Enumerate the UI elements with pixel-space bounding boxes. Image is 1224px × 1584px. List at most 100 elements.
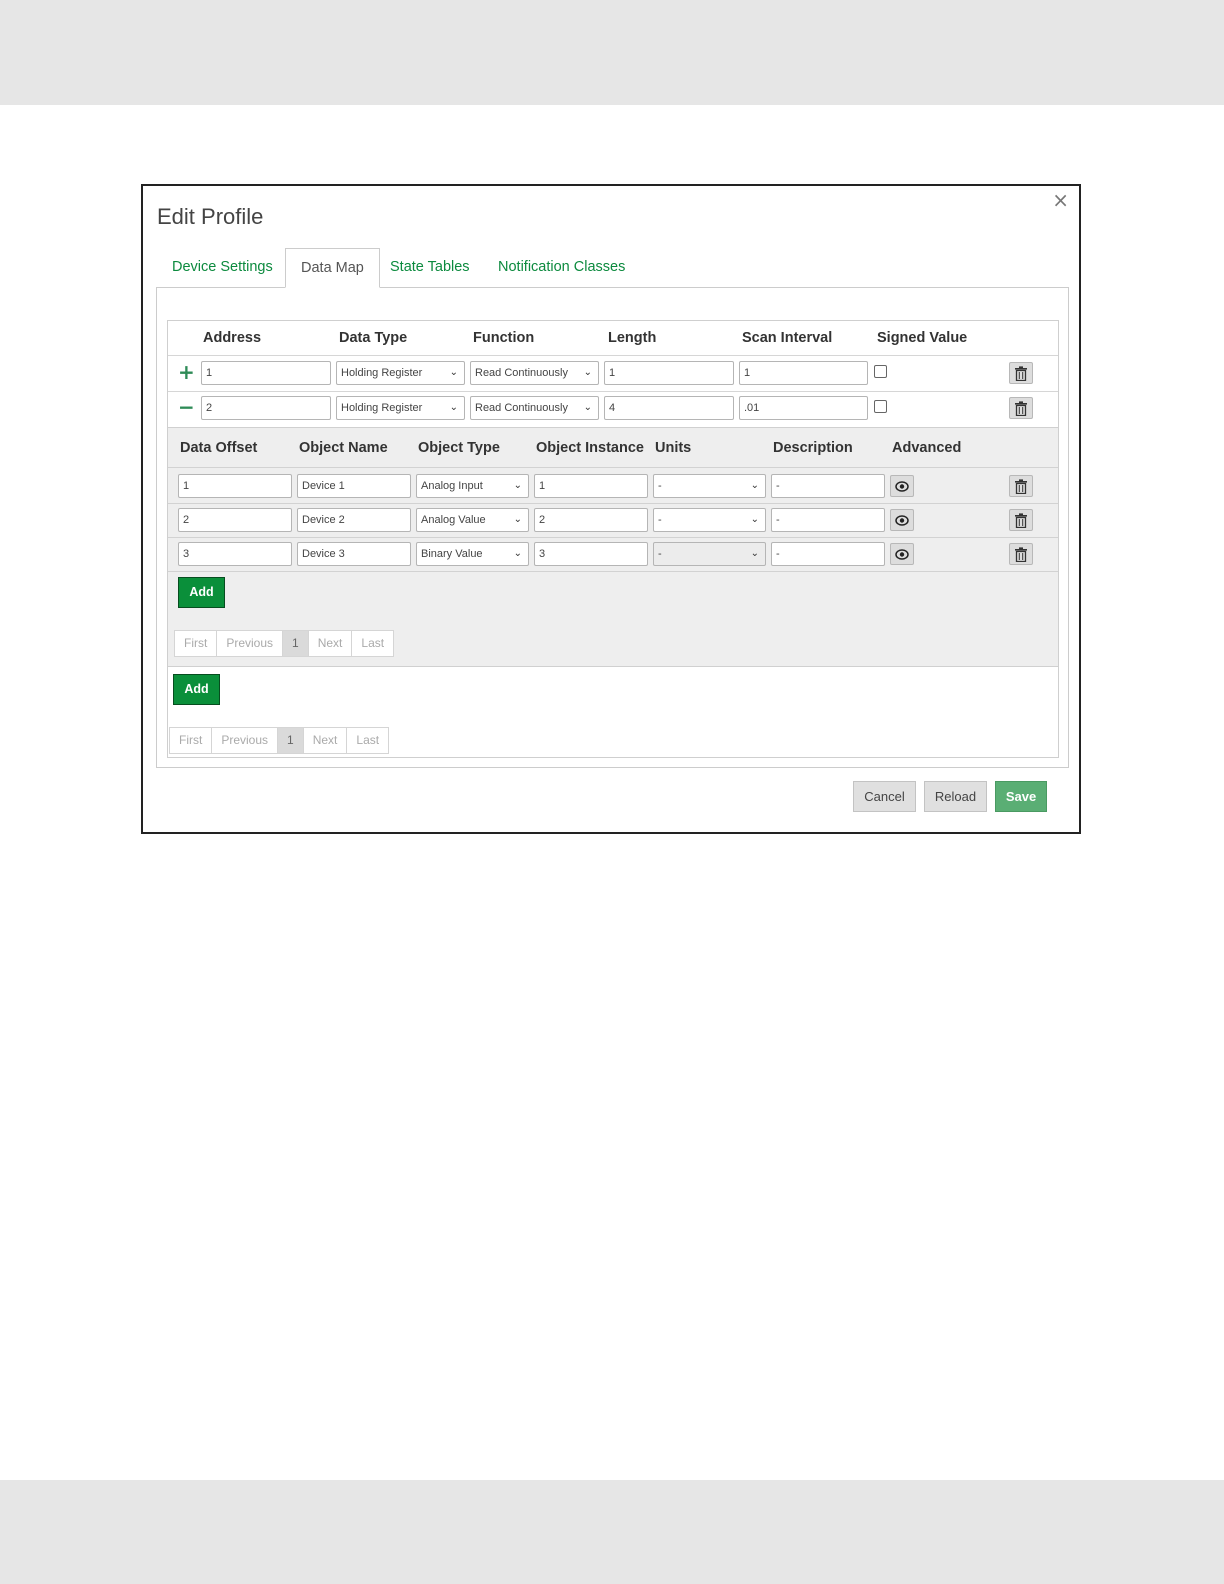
trash-icon bbox=[1015, 547, 1027, 563]
pager-current[interactable]: 1 bbox=[278, 728, 304, 753]
data-offset-input[interactable] bbox=[178, 542, 292, 566]
object-instance-input[interactable] bbox=[534, 474, 648, 498]
chevron-down-icon: ⌄ bbox=[750, 514, 759, 525]
save-button[interactable]: Save bbox=[995, 781, 1047, 812]
object-table-header: Data Offset Object Name Object Type Obje… bbox=[168, 440, 1058, 462]
advanced-view-button[interactable] bbox=[890, 543, 914, 565]
advanced-view-button[interactable] bbox=[890, 509, 914, 531]
chevron-down-icon: ⌄ bbox=[583, 402, 592, 413]
description-input[interactable] bbox=[771, 508, 885, 532]
length-input[interactable] bbox=[604, 396, 734, 420]
object-type-select[interactable]: Analog Input ⌄ bbox=[416, 474, 529, 498]
divider bbox=[168, 355, 1058, 356]
eye-icon bbox=[895, 515, 909, 526]
function-select[interactable]: Read Continuously ⌄ bbox=[470, 396, 599, 420]
description-input[interactable] bbox=[771, 474, 885, 498]
delete-object-button[interactable] bbox=[1009, 509, 1033, 531]
reload-button[interactable]: Reload bbox=[924, 781, 987, 812]
pager-last[interactable]: Last bbox=[352, 631, 393, 656]
trash-icon bbox=[1015, 366, 1027, 382]
data-map-panel: Address Data Type Function Length Scan I… bbox=[156, 287, 1069, 768]
delete-row-button[interactable] bbox=[1009, 362, 1033, 384]
divider bbox=[168, 537, 1058, 538]
tab-device-settings[interactable]: Device Settings bbox=[157, 248, 288, 288]
header-function: Function bbox=[473, 330, 535, 346]
page-bottom-band bbox=[0, 1480, 1224, 1584]
object-instance-input[interactable] bbox=[534, 542, 648, 566]
advanced-view-button[interactable] bbox=[890, 475, 914, 497]
map-table-header: Address Data Type Function Length Scan I… bbox=[168, 330, 1058, 352]
cancel-button[interactable]: Cancel bbox=[853, 781, 916, 812]
delete-row-button[interactable] bbox=[1009, 397, 1033, 419]
header-object-name: Object Name bbox=[299, 440, 388, 456]
delete-object-button[interactable] bbox=[1009, 543, 1033, 565]
chevron-down-icon: ⌄ bbox=[750, 480, 759, 491]
divider bbox=[168, 571, 1058, 572]
units-select: - ⌄ bbox=[653, 542, 766, 566]
address-input[interactable] bbox=[201, 361, 331, 385]
object-name-input[interactable] bbox=[297, 508, 411, 532]
scan-interval-input[interactable] bbox=[739, 361, 868, 385]
scan-interval-input[interactable] bbox=[739, 396, 868, 420]
dialog-title: Edit Profile bbox=[157, 204, 264, 229]
header-units: Units bbox=[655, 440, 692, 456]
length-input[interactable] bbox=[604, 361, 734, 385]
pager-first[interactable]: First bbox=[175, 631, 218, 656]
pager-current[interactable]: 1 bbox=[283, 631, 309, 656]
chevron-down-icon: ⌄ bbox=[449, 367, 458, 378]
edit-profile-dialog: × Edit Profile Device Settings Data Map … bbox=[141, 184, 1081, 834]
data-type-select[interactable]: Holding Register ⌄ bbox=[336, 396, 465, 420]
pager-first[interactable]: First bbox=[170, 728, 213, 753]
pager-next[interactable]: Next bbox=[304, 728, 348, 753]
page-top-band bbox=[0, 0, 1224, 105]
chevron-down-icon: ⌄ bbox=[583, 367, 592, 378]
chevron-down-icon: ⌄ bbox=[750, 548, 759, 559]
pager-previous[interactable]: Previous bbox=[217, 631, 284, 656]
trash-icon bbox=[1015, 513, 1027, 529]
add-mapping-button[interactable]: Add bbox=[173, 674, 220, 705]
add-object-button[interactable]: Add bbox=[178, 577, 225, 608]
data-offset-input[interactable] bbox=[178, 508, 292, 532]
units-select[interactable]: - ⌄ bbox=[653, 474, 766, 498]
chevron-down-icon: ⌄ bbox=[513, 480, 522, 491]
pager-last[interactable]: Last bbox=[347, 728, 388, 753]
tab-state-tables[interactable]: State Tables bbox=[375, 248, 485, 288]
outer-pagination: First Previous 1 Next Last bbox=[169, 727, 390, 754]
header-address: Address bbox=[203, 330, 262, 346]
signed-value-checkbox[interactable] bbox=[874, 400, 887, 413]
description-input[interactable] bbox=[771, 542, 885, 566]
object-name-input[interactable] bbox=[297, 474, 411, 498]
data-map-grid: Address Data Type Function Length Scan I… bbox=[167, 320, 1059, 758]
units-select[interactable]: - ⌄ bbox=[653, 508, 766, 532]
header-object-instance: Object Instance bbox=[536, 440, 644, 456]
object-type-select[interactable]: Analog Value ⌄ bbox=[416, 508, 529, 532]
header-object-type: Object Type bbox=[418, 440, 500, 456]
object-type-select[interactable]: Binary Value ⌄ bbox=[416, 542, 529, 566]
delete-object-button[interactable] bbox=[1009, 475, 1033, 497]
expand-plus-icon[interactable]: + bbox=[178, 362, 195, 382]
divider bbox=[168, 503, 1058, 504]
chevron-down-icon: ⌄ bbox=[449, 402, 458, 413]
data-type-select[interactable]: Holding Register ⌄ bbox=[336, 361, 465, 385]
address-input[interactable] bbox=[201, 396, 331, 420]
pager-next[interactable]: Next bbox=[309, 631, 353, 656]
close-icon[interactable]: × bbox=[1052, 190, 1069, 210]
data-offset-input[interactable] bbox=[178, 474, 292, 498]
tab-bar: Device Settings Data Map State Tables No… bbox=[157, 248, 1067, 288]
trash-icon bbox=[1015, 401, 1027, 417]
header-description: Description bbox=[773, 440, 853, 456]
collapse-minus-icon[interactable]: − bbox=[178, 397, 195, 417]
signed-value-checkbox[interactable] bbox=[874, 365, 887, 378]
object-name-input[interactable] bbox=[297, 542, 411, 566]
eye-icon bbox=[895, 481, 909, 492]
header-data-type: Data Type bbox=[339, 330, 408, 346]
header-data-offset: Data Offset bbox=[180, 440, 258, 456]
divider bbox=[168, 467, 1058, 468]
header-scan-interval: Scan Interval bbox=[742, 330, 833, 346]
tab-notification-classes[interactable]: Notification Classes bbox=[483, 248, 640, 288]
function-select[interactable]: Read Continuously ⌄ bbox=[470, 361, 599, 385]
tab-data-map[interactable]: Data Map bbox=[285, 248, 380, 288]
pager-previous[interactable]: Previous bbox=[212, 728, 279, 753]
object-instance-input[interactable] bbox=[534, 508, 648, 532]
eye-icon bbox=[895, 549, 909, 560]
